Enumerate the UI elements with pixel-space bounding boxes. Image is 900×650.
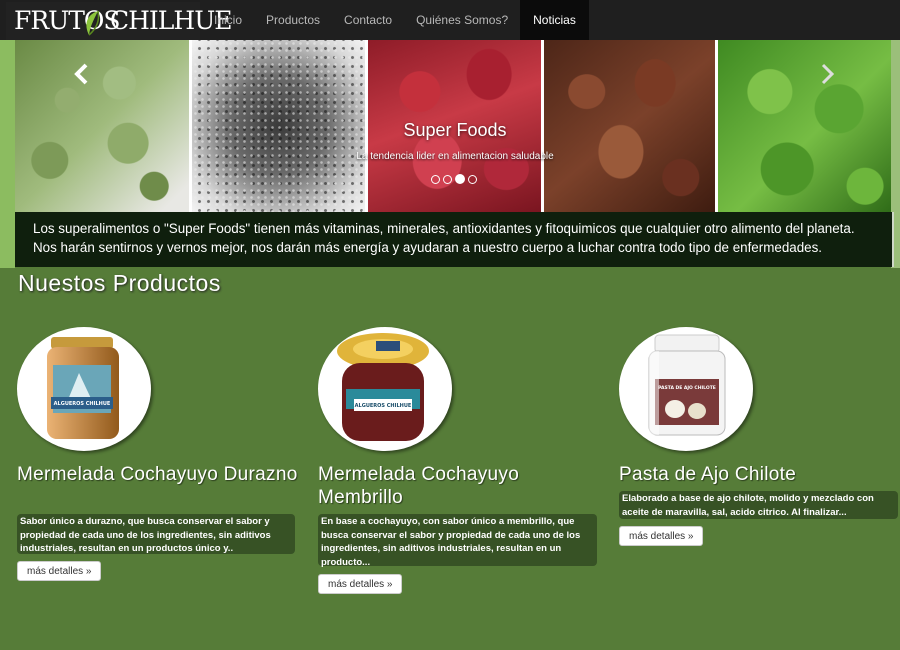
hero-carousel: Super Foods La tendencia lider en alimen… (15, 40, 891, 212)
nav-item-quienes-somos[interactable]: Quiénes Somos? (404, 0, 520, 40)
section-title: Nuestos Productos (18, 270, 221, 296)
info-line-1: Los superalimentos o "Super Foods" tiene… (33, 221, 855, 236)
jar-label-text: ALGUEROS CHILHUE (355, 403, 412, 409)
nav-item-productos[interactable]: Productos (254, 0, 332, 40)
navbar: FRUTOS CHILHUE Inicio Productos Contacto… (0, 0, 900, 40)
carousel-indicator[interactable] (468, 175, 477, 184)
carousel-indicator[interactable] (431, 175, 440, 184)
nav-item-inicio[interactable]: Inicio (202, 0, 254, 40)
product-description: Elaborado a base de ajo chilote, molido … (619, 491, 898, 519)
main-nav: Inicio Productos Contacto Quiénes Somos?… (202, 0, 589, 40)
brand-logo[interactable]: FRUTOS CHILHUE (6, 2, 233, 40)
jar-label-text: PASTA DE AJO CHILOTE (658, 385, 716, 391)
more-details-button[interactable]: más detalles » (17, 561, 102, 581)
superfoods-info-box: Los superalimentos o "Super Foods" tiene… (15, 212, 894, 267)
carousel-indicator-active[interactable] (455, 174, 465, 184)
carousel-image-cacao (544, 40, 715, 212)
nav-item-noticias[interactable]: Noticias (520, 0, 589, 40)
product-image-membrillo[interactable]: ALGUEROS CHILHUE (318, 327, 452, 451)
chevron-right-icon[interactable] (818, 60, 836, 92)
info-line-2: Nos harán sentirnos y vernos mejor, nos … (33, 240, 823, 255)
product-description: En base a cochayuyo, con sabor único a m… (318, 514, 597, 568)
product-name[interactable]: Pasta de Ajo Chilote (619, 463, 900, 486)
chevron-left-icon[interactable] (73, 60, 91, 92)
carousel-caption-title: Super Foods (403, 120, 507, 140)
product-image-durazno[interactable]: ALGUEROS CHILHUE (17, 327, 151, 451)
carousel-image-kale (718, 40, 891, 212)
leaf-icon (86, 10, 100, 36)
carousel-indicator[interactable] (443, 175, 452, 184)
jar-label-text: ALGUEROS CHILHUE (54, 401, 111, 407)
more-details-button[interactable]: más detalles » (318, 574, 403, 594)
carousel-indicators (431, 174, 477, 184)
more-details-button[interactable]: más detalles » (619, 526, 704, 546)
product-name[interactable]: Mermelada Cochayuyo Membrillo (318, 463, 608, 509)
nav-item-contacto[interactable]: Contacto (332, 0, 404, 40)
product-description: Sabor único a durazno, que busca conserv… (17, 514, 295, 554)
carousel-caption-subtitle: La tendencia lider en alimentacion salud… (356, 151, 554, 162)
hero-border-left (0, 40, 15, 268)
product-image-pasta-ajo[interactable]: PASTA DE AJO CHILOTE (619, 327, 753, 451)
brand-text-left: FRUTOS (14, 6, 121, 35)
carousel-image-chia (192, 40, 365, 212)
product-name[interactable]: Mermelada Cochayuyo Durazno (17, 463, 307, 486)
carousel-image-spirulina (15, 40, 189, 212)
